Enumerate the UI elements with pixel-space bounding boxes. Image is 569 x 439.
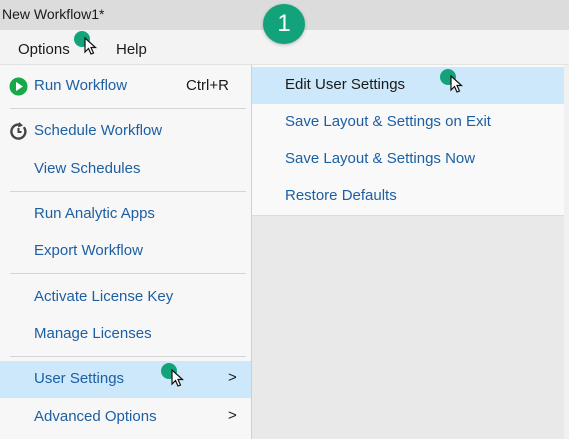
menu-separator bbox=[10, 273, 246, 274]
menu-item-run-workflow[interactable]: Run Workflow Ctrl+R bbox=[0, 68, 251, 105]
menu-item-activate-license-key[interactable]: Activate License Key bbox=[0, 279, 251, 316]
menu-separator bbox=[10, 108, 246, 109]
submenu-item-label: Save Layout & Settings on Exit bbox=[285, 113, 491, 130]
menu-item-advanced-options[interactable]: Advanced Options > bbox=[0, 399, 251, 436]
menu-item-label: Manage Licenses bbox=[34, 325, 152, 342]
play-icon bbox=[9, 77, 28, 96]
workflow-canvas bbox=[252, 216, 569, 439]
menu-shortcut: Ctrl+R bbox=[186, 77, 229, 94]
submenu-arrow-icon: > bbox=[228, 407, 237, 424]
submenu-arrow-icon: > bbox=[228, 369, 237, 386]
window-title: New Workflow1* bbox=[2, 6, 105, 22]
cursor-marker-user-settings bbox=[157, 360, 187, 390]
menu-item-manage-licenses[interactable]: Manage Licenses bbox=[0, 316, 251, 353]
menu-item-label: Activate License Key bbox=[34, 288, 174, 305]
submenu-item-label: Edit User Settings bbox=[285, 76, 406, 93]
menu-help[interactable]: Help bbox=[116, 41, 147, 58]
menu-item-label: Advanced Options bbox=[34, 408, 157, 425]
menu-separator bbox=[10, 356, 246, 357]
menu-item-view-schedules[interactable]: View Schedules bbox=[0, 151, 251, 188]
user-settings-submenu: Edit User Settings Save Layout & Setting… bbox=[252, 65, 564, 216]
menu-item-user-settings[interactable]: User Settings > bbox=[0, 361, 251, 398]
menu-item-label: View Schedules bbox=[34, 160, 141, 177]
cursor-marker-edit-user-settings bbox=[436, 66, 466, 96]
submenu-item-save-layout-now[interactable]: Save Layout & Settings Now bbox=[252, 141, 564, 178]
menu-item-label: Export Workflow bbox=[34, 242, 143, 259]
submenu-item-label: Save Layout & Settings Now bbox=[285, 150, 476, 167]
menu-item-label: Schedule Workflow bbox=[34, 122, 163, 139]
options-dropdown-menu: Run Workflow Ctrl+R Schedule Workflow Vi… bbox=[0, 65, 252, 439]
menu-item-label: User Settings bbox=[34, 370, 125, 387]
submenu-item-edit-user-settings[interactable]: Edit User Settings bbox=[252, 67, 564, 104]
menu-item-schedule-workflow[interactable]: Schedule Workflow bbox=[0, 113, 251, 150]
right-edge bbox=[564, 65, 569, 439]
menu-item-export-workflow[interactable]: Export Workflow bbox=[0, 233, 251, 270]
schedule-icon bbox=[9, 122, 28, 141]
submenu-item-restore-defaults[interactable]: Restore Defaults bbox=[252, 178, 564, 215]
menu-options[interactable]: Options bbox=[18, 41, 70, 58]
menu-separator bbox=[10, 191, 246, 192]
submenu-item-label: Restore Defaults bbox=[285, 187, 397, 204]
menu-item-run-analytic-apps[interactable]: Run Analytic Apps bbox=[0, 196, 251, 233]
menu-item-label: Run Workflow bbox=[34, 77, 128, 94]
submenu-item-save-layout-on-exit[interactable]: Save Layout & Settings on Exit bbox=[252, 104, 564, 141]
menu-item-label: Run Analytic Apps bbox=[34, 205, 155, 222]
cursor-marker-options bbox=[70, 28, 100, 58]
step-badge: 1 bbox=[263, 4, 305, 44]
